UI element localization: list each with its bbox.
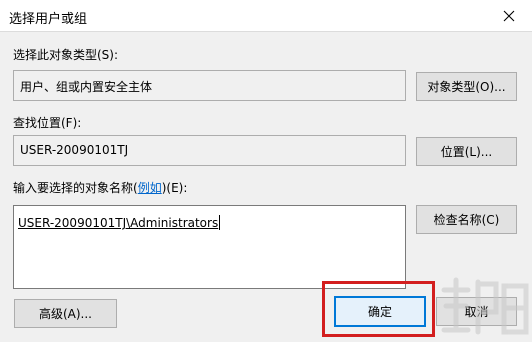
advanced-button[interactable]: 高级(A)... [14, 299, 117, 328]
check-names-button[interactable]: 检查名称(C) [416, 205, 517, 234]
location-label: 查找位置(F): [13, 116, 82, 130]
object-type-field: 用户、组或内置安全主体 [13, 70, 406, 101]
close-icon [503, 10, 515, 21]
object-names-input[interactable]: USER-20090101TJ\Administrators [13, 205, 406, 289]
window-title: 选择用户或组 [9, 12, 88, 27]
object-names-value: USER-20090101TJ\Administrators [18, 216, 219, 230]
object-names-label-suffix: )(E): [161, 181, 188, 195]
object-type-label: 选择此对象类型(S): [13, 48, 119, 62]
text-caret [219, 215, 221, 230]
ok-button[interactable]: 确定 [334, 296, 426, 327]
object-names-label-prefix: 输入要选择的对象名称( [13, 181, 138, 195]
close-button[interactable] [486, 0, 532, 31]
title-bar: 选择用户或组 [0, 0, 532, 32]
object-types-button[interactable]: 对象类型(O)... [416, 72, 517, 101]
object-names-label: 输入要选择的对象名称(例如)(E): [13, 179, 187, 196]
examples-link[interactable]: 例如 [138, 181, 162, 195]
location-field: USER-20090101TJ [13, 135, 406, 166]
cancel-button[interactable]: 取消 [436, 297, 517, 326]
locations-button[interactable]: 位置(L)... [416, 137, 517, 166]
